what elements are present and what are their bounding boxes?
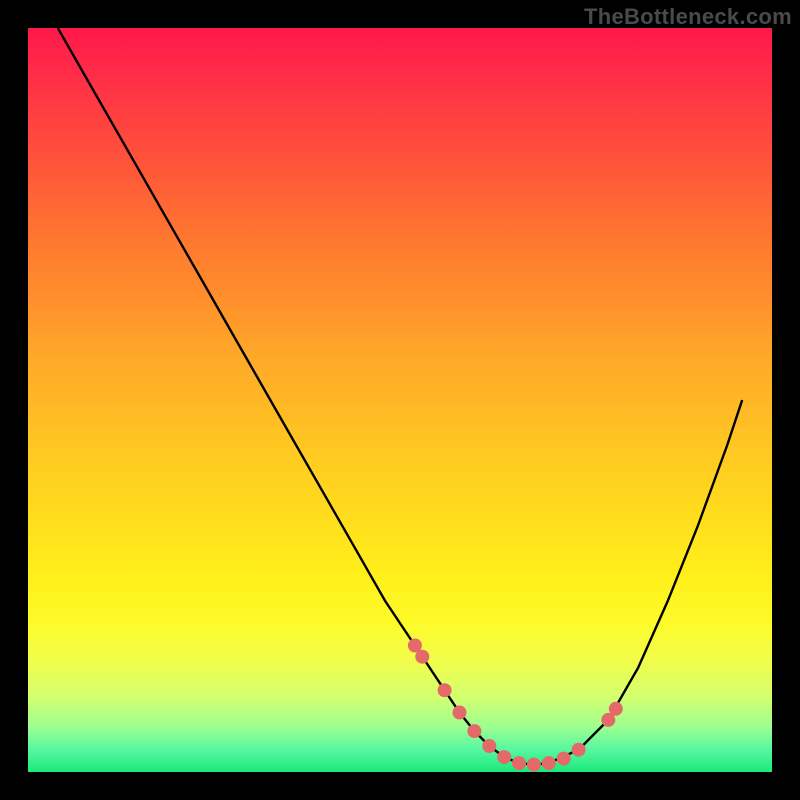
- watermark-text: TheBottleneck.com: [584, 4, 792, 30]
- plot-area: [28, 28, 772, 772]
